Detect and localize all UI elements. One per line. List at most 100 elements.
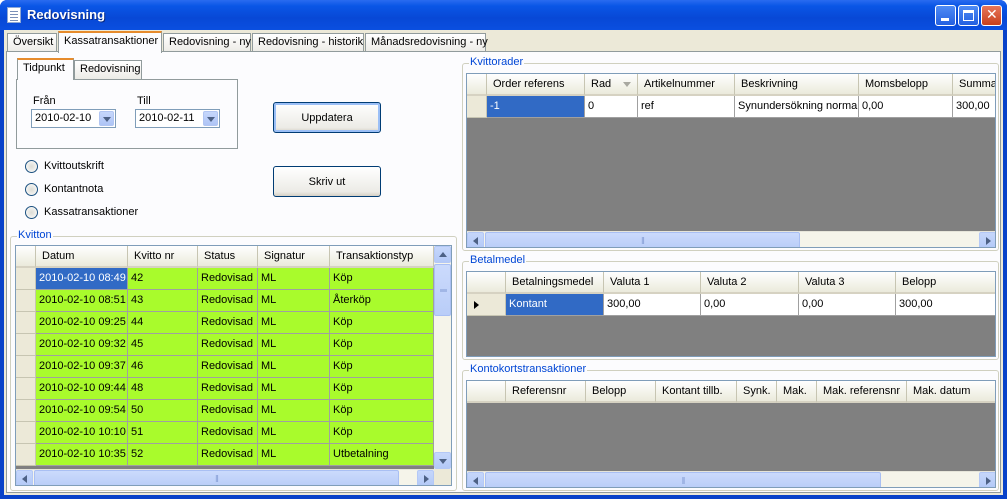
scroll-right-icon[interactable]	[417, 470, 434, 485]
column-header-belopp[interactable]: Belopp	[586, 381, 656, 403]
row-header[interactable]	[16, 400, 36, 422]
column-header-valuta-2[interactable]: Valuta 2	[701, 272, 799, 294]
scroll-left-icon[interactable]	[467, 472, 484, 487]
radio-kontantnota[interactable]	[25, 183, 38, 196]
row-header[interactable]	[16, 268, 36, 290]
row-header[interactable]	[467, 96, 487, 118]
table-cell[interactable]: ML	[258, 444, 330, 466]
table-cell[interactable]: Redovisad	[198, 312, 258, 334]
row-header[interactable]	[16, 356, 36, 378]
table-cell[interactable]: 42	[128, 268, 198, 290]
column-header-referensnr[interactable]: Referensnr	[506, 381, 586, 403]
table-cell[interactable]: 300,00	[953, 96, 995, 118]
kvittorader-grid[interactable]: Order referens Rad Artikelnummer Beskriv…	[466, 73, 996, 248]
table-cell[interactable]: 0	[585, 96, 638, 118]
kvitton-grid[interactable]: Datum Kvitto nr Status Signatur Transakt…	[15, 245, 452, 486]
table-cell[interactable]: 2010-02-10 09:44	[36, 378, 128, 400]
column-header-mak-datum[interactable]: Mak. datum	[907, 381, 995, 403]
table-cell[interactable]: 50	[128, 400, 198, 422]
table-cell[interactable]: ML	[258, 268, 330, 290]
table-cell[interactable]: 2010-02-10 09:25	[36, 312, 128, 334]
table-cell[interactable]: Kontant	[506, 294, 604, 316]
row-header[interactable]	[16, 290, 36, 312]
table-cell[interactable]: Synundersökning normal	[735, 96, 859, 118]
table-cell[interactable]: Redovisad	[198, 400, 258, 422]
table-cell[interactable]: Redovisad	[198, 290, 258, 312]
scroll-left-icon[interactable]	[467, 232, 484, 247]
column-header-transaktionstyp[interactable]: Transaktionstyp	[330, 246, 434, 268]
column-header-kvitto-nr[interactable]: Kvitto nr	[128, 246, 198, 268]
kvitton-vertical-scrollbar[interactable]: |||	[434, 246, 451, 469]
table-cell[interactable]: Redovisad	[198, 422, 258, 444]
table-cell[interactable]: 46	[128, 356, 198, 378]
kontokort-horizontal-scrollbar[interactable]: |||	[467, 471, 995, 487]
table-cell[interactable]: Köp	[330, 378, 434, 400]
column-header-synk[interactable]: Synk.	[737, 381, 777, 403]
scroll-down-icon[interactable]	[434, 452, 451, 469]
tab-redovisning-ny[interactable]: Redovisning - ny	[163, 33, 251, 52]
table-cell[interactable]: Köp	[330, 356, 434, 378]
table-cell[interactable]: Redovisad	[198, 444, 258, 466]
tab-oversikt[interactable]: Översikt	[7, 33, 57, 52]
radio-kassatransaktioner[interactable]	[25, 206, 38, 219]
kvitton-vscroll-thumb[interactable]: |||	[434, 264, 451, 316]
table-cell[interactable]: 44	[128, 312, 198, 334]
table-cell[interactable]: ML	[258, 400, 330, 422]
table-cell[interactable]: 2010-02-10 09:32	[36, 334, 128, 356]
table-cell[interactable]: 2010-02-10 08:49	[36, 268, 128, 290]
tab-manadsredovisning-ny[interactable]: Månadsredovisning - ny	[365, 33, 488, 52]
print-button[interactable]: Skriv ut	[273, 166, 381, 197]
table-cell[interactable]: Återköp	[330, 290, 434, 312]
subtab-redovisning[interactable]: Redovisning	[74, 60, 142, 79]
column-header-valuta-1[interactable]: Valuta 1	[604, 272, 701, 294]
table-cell[interactable]: Redovisad	[198, 378, 258, 400]
kontokort-hscroll-thumb[interactable]: |||	[485, 472, 881, 487]
column-header-kontant-tillb[interactable]: Kontant tillb.	[656, 381, 737, 403]
subtab-tidpunkt[interactable]: Tidpunkt	[17, 58, 74, 80]
table-cell[interactable]: 0,00	[701, 294, 799, 316]
update-button[interactable]: Uppdatera	[273, 102, 381, 133]
scroll-up-icon[interactable]	[434, 246, 451, 263]
table-cell[interactable]: 0,00	[799, 294, 896, 316]
table-cell[interactable]: Utbetalning	[330, 444, 434, 466]
table-cell[interactable]: 48	[128, 378, 198, 400]
table-cell[interactable]: Köp	[330, 312, 434, 334]
betalmedel-grid[interactable]: Betalningsmedel Valuta 1 Valuta 2 Valuta…	[466, 271, 996, 357]
table-cell[interactable]: Köp	[330, 400, 434, 422]
radio-kvittoutskrift[interactable]	[25, 160, 38, 173]
table-cell[interactable]: 2010-02-10 10:10	[36, 422, 128, 444]
kvittorader-hscroll-thumb[interactable]: |||	[485, 232, 800, 247]
maximize-button[interactable]	[958, 5, 979, 26]
table-cell[interactable]: Köp	[330, 268, 434, 290]
kontokort-grid[interactable]: Referensnr Belopp Kontant tillb. Synk. M…	[466, 380, 996, 488]
column-header-valuta-3[interactable]: Valuta 3	[799, 272, 896, 294]
table-cell[interactable]: 51	[128, 422, 198, 444]
chevron-down-icon[interactable]	[203, 111, 218, 126]
kvitton-hscroll-thumb[interactable]: |||	[34, 470, 399, 485]
column-header-momsbelopp[interactable]: Momsbelopp	[859, 74, 953, 96]
column-header-mak-referensnr[interactable]: Mak. referensnr	[817, 381, 907, 403]
table-cell[interactable]: 2010-02-10 08:51	[36, 290, 128, 312]
table-cell[interactable]: ML	[258, 312, 330, 334]
table-cell[interactable]: Redovisad	[198, 334, 258, 356]
table-cell[interactable]: 45	[128, 334, 198, 356]
kvittorader-horizontal-scrollbar[interactable]: |||	[467, 231, 995, 247]
scroll-right-icon[interactable]	[979, 232, 995, 247]
title-bar[interactable]: Redovisning ✕	[0, 0, 1007, 30]
row-header[interactable]	[16, 312, 36, 334]
row-header[interactable]	[16, 334, 36, 356]
chevron-down-icon[interactable]	[99, 111, 114, 126]
minimize-button[interactable]	[935, 5, 956, 26]
column-header-datum[interactable]: Datum	[36, 246, 128, 268]
table-cell[interactable]: Köp	[330, 334, 434, 356]
table-cell[interactable]: ML	[258, 422, 330, 444]
scroll-right-icon[interactable]	[979, 472, 995, 487]
close-button[interactable]: ✕	[981, 5, 1002, 26]
table-cell[interactable]: ML	[258, 378, 330, 400]
table-cell[interactable]: ref	[638, 96, 735, 118]
table-cell[interactable]: ML	[258, 290, 330, 312]
scroll-left-icon[interactable]	[16, 470, 33, 485]
to-date-select[interactable]: 2010-02-11	[135, 109, 220, 128]
table-cell[interactable]: Redovisad	[198, 268, 258, 290]
kvitton-horizontal-scrollbar[interactable]: |||	[16, 469, 434, 485]
